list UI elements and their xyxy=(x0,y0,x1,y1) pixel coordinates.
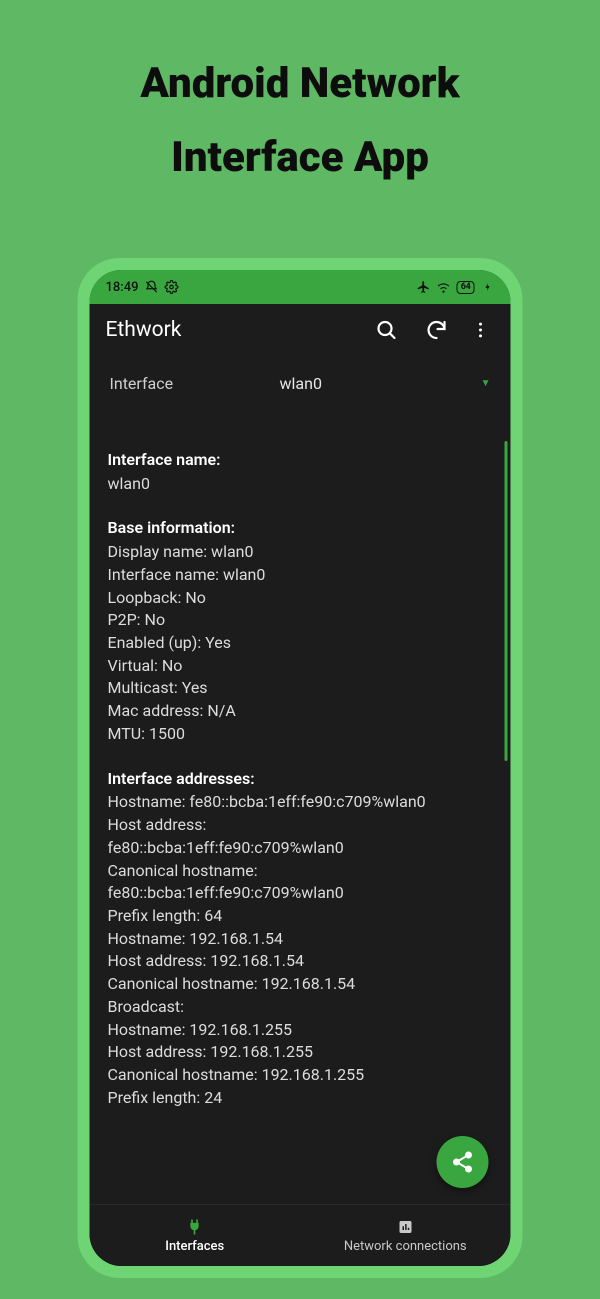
info-line: Hostname: 192.168.1.54 xyxy=(108,928,493,951)
info-line: MTU: 1500 xyxy=(108,723,493,746)
info-line: Display name: wlan0 xyxy=(108,541,493,564)
info-line: Canonical hostname: xyxy=(108,860,493,883)
search-button[interactable] xyxy=(367,310,407,350)
info-line: Multicast: Yes xyxy=(108,677,493,700)
device-screen: 18:49 64 xyxy=(90,270,511,1266)
gear-icon xyxy=(164,280,178,294)
chart-icon xyxy=(395,1217,415,1237)
app-bar: Ethwork xyxy=(90,304,511,356)
info-line: Hostname: 192.168.1.255 xyxy=(108,1019,493,1042)
info-line: fe80::bcba:1eff:fe90:c709%wlan0 xyxy=(108,837,493,860)
info-line: Host address: xyxy=(108,814,493,837)
interface-dropdown[interactable]: Interface wlan0 ▼ xyxy=(90,356,511,399)
battery-pill: 64 xyxy=(457,281,475,294)
app-title: Ethwork xyxy=(106,318,357,342)
nav-interfaces[interactable]: Interfaces xyxy=(90,1205,301,1266)
dropdown-value: wlan0 xyxy=(280,374,481,393)
info-line: Enabled (up): Yes xyxy=(108,632,493,655)
wifi-icon xyxy=(437,280,451,294)
info-line: Mac address: N/A xyxy=(108,700,493,723)
info-line: Prefix length: 64 xyxy=(108,905,493,928)
nav-label: Network connections xyxy=(344,1239,467,1254)
info-line: Host address: 192.168.1.54 xyxy=(108,950,493,973)
charge-icon xyxy=(481,280,495,294)
info-line: P2P: No xyxy=(108,609,493,632)
airplane-icon xyxy=(417,280,431,294)
promo-line1: Android Network xyxy=(0,60,600,108)
section-header: Base information: xyxy=(108,517,493,540)
section-header: Interface name: xyxy=(108,449,493,472)
bottom-nav: Interfaces Network connections xyxy=(90,1204,511,1266)
info-line: Virtual: No xyxy=(108,655,493,678)
info-line: Canonical hostname: 192.168.1.255 xyxy=(108,1064,493,1087)
interface-name-value: wlan0 xyxy=(108,473,493,496)
info-line: Hostname: fe80::bcba:1eff:fe90:c709%wlan… xyxy=(108,791,493,814)
refresh-button[interactable] xyxy=(417,310,457,350)
info-line: Interface name: wlan0 xyxy=(108,564,493,587)
info-line: fe80::bcba:1eff:fe90:c709%wlan0 xyxy=(108,882,493,905)
info-line: Prefix length: 24 xyxy=(108,1087,493,1110)
nav-connections[interactable]: Network connections xyxy=(300,1205,511,1266)
mute-icon xyxy=(144,280,158,294)
device-frame: 18:49 64 xyxy=(78,258,523,1278)
nav-label: Interfaces xyxy=(165,1239,224,1254)
promo-title: Android Network Interface App xyxy=(0,0,600,183)
share-fab[interactable] xyxy=(437,1136,489,1188)
dropdown-label: Interface xyxy=(110,374,280,393)
status-time: 18:49 xyxy=(106,280,139,295)
info-line: Broadcast: xyxy=(108,996,493,1019)
info-line: Host address: 192.168.1.255 xyxy=(108,1041,493,1064)
status-bar: 18:49 64 xyxy=(90,270,511,304)
section-header: Interface addresses: xyxy=(108,768,493,791)
plug-icon xyxy=(185,1217,205,1237)
content-area[interactable]: Interface name: wlan0 Base information: … xyxy=(90,399,511,1204)
status-left: 18:49 xyxy=(106,280,179,295)
more-button[interactable] xyxy=(467,310,495,350)
promo-line2: Interface App xyxy=(0,134,600,182)
status-right: 64 xyxy=(417,280,495,294)
scrollbar[interactable] xyxy=(505,441,508,761)
chevron-down-icon: ▼ xyxy=(481,378,491,389)
info-line: Canonical hostname: 192.168.1.54 xyxy=(108,973,493,996)
info-line: Loopback: No xyxy=(108,587,493,610)
